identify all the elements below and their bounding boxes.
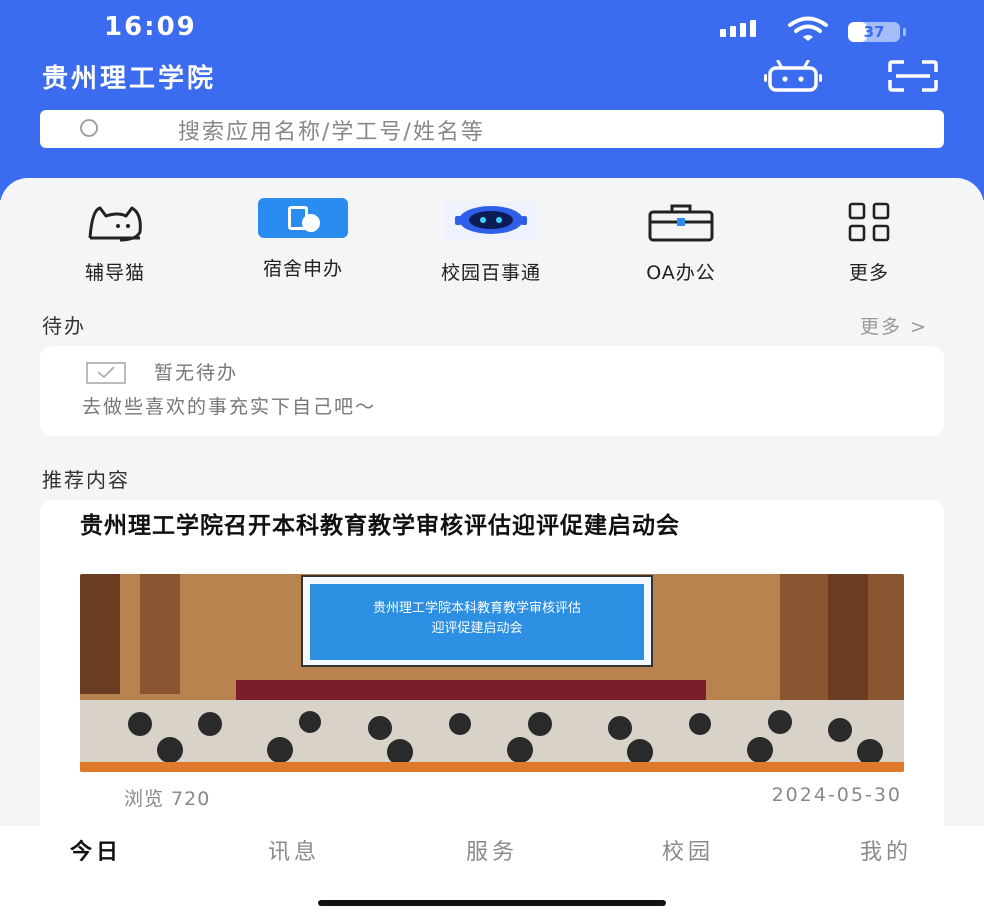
todo-section-title: 待办 [42,314,86,338]
bottom-tab-bar: 今日 讯息 服务 校园 我的 [0,826,984,913]
screen-title-line2: 迎评促建启动会 [431,621,522,636]
news-date: 2024-05-30 [771,784,902,806]
news-views: 浏览 720 [124,788,211,810]
quick-app-dorm[interactable]: 宿舍申办 [218,196,388,281]
wifi-icon [788,16,828,41]
app-title: 贵州理工学院 [42,64,217,94]
status-time: 16:09 [104,12,197,42]
todo-empty-subtitle: 去做些喜欢的事充实下自己吧～ [82,396,377,418]
tab-today[interactable]: 今日 [36,834,156,866]
home-indicator[interactable] [318,900,666,906]
search-icon [80,119,98,137]
cat-icon [88,206,142,242]
grid-icon [848,202,890,242]
recommend-section-title: 推荐内容 [42,468,130,492]
quick-app-oa[interactable]: OA办公 [596,196,766,285]
news-title[interactable]: 贵州理工学院召开本科教育教学审核评估迎评促建启动会 [80,512,910,540]
tab-me[interactable]: 我的 [826,834,946,866]
search-placeholder: 搜索应用名称/学工号/姓名等 [178,120,485,145]
robot-icon [446,200,536,240]
main-content: 辅导猫 宿舍申办 校园百事通 OA办公 更多 待办 更多 > 暂无待办 去做些喜… [0,178,984,828]
battery-level: 37 [863,23,885,41]
tab-messages[interactable]: 讯息 [234,834,354,866]
dorm-app-icon [258,198,348,244]
status-bar: 16:09 37 [0,10,984,46]
quick-app-tutor-cat[interactable]: 辅导猫 [30,196,200,285]
todo-more-link[interactable]: 更多 > [860,312,928,339]
search-input[interactable]: 搜索应用名称/学工号/姓名等 [40,110,944,148]
scan-icon[interactable] [888,60,938,92]
battery-icon: 37 [848,22,906,42]
cellular-signal-icon [720,20,756,37]
news-photo[interactable]: 贵州理工学院本科教育教学审核评估 迎评促建启动会 [80,574,904,772]
news-card[interactable]: 贵州理工学院召开本科教育教学审核评估迎评促建启动会 贵州理工学院本科教育教学审核… [40,500,944,828]
todo-empty-title: 暂无待办 [154,362,239,384]
todo-card: 暂无待办 去做些喜欢的事充实下自己吧～ [40,346,944,436]
briefcase-icon [648,204,714,242]
quick-app-campus-assistant[interactable]: 校园百事通 [406,196,576,285]
robot-assistant-icon[interactable] [764,60,822,92]
quick-apps: 辅导猫 宿舍申办 校园百事通 OA办公 更多 [0,196,984,286]
screen-title-line1: 贵州理工学院本科教育教学审核评估 [373,600,581,616]
tab-campus[interactable]: 校园 [628,834,748,866]
quick-app-more[interactable]: 更多 [784,196,954,285]
header: 16:09 37 贵州理工学院 搜索应用名称/学工号/姓名等 [0,0,984,200]
empty-inbox-icon [86,362,126,384]
tab-services[interactable]: 服务 [432,834,552,866]
